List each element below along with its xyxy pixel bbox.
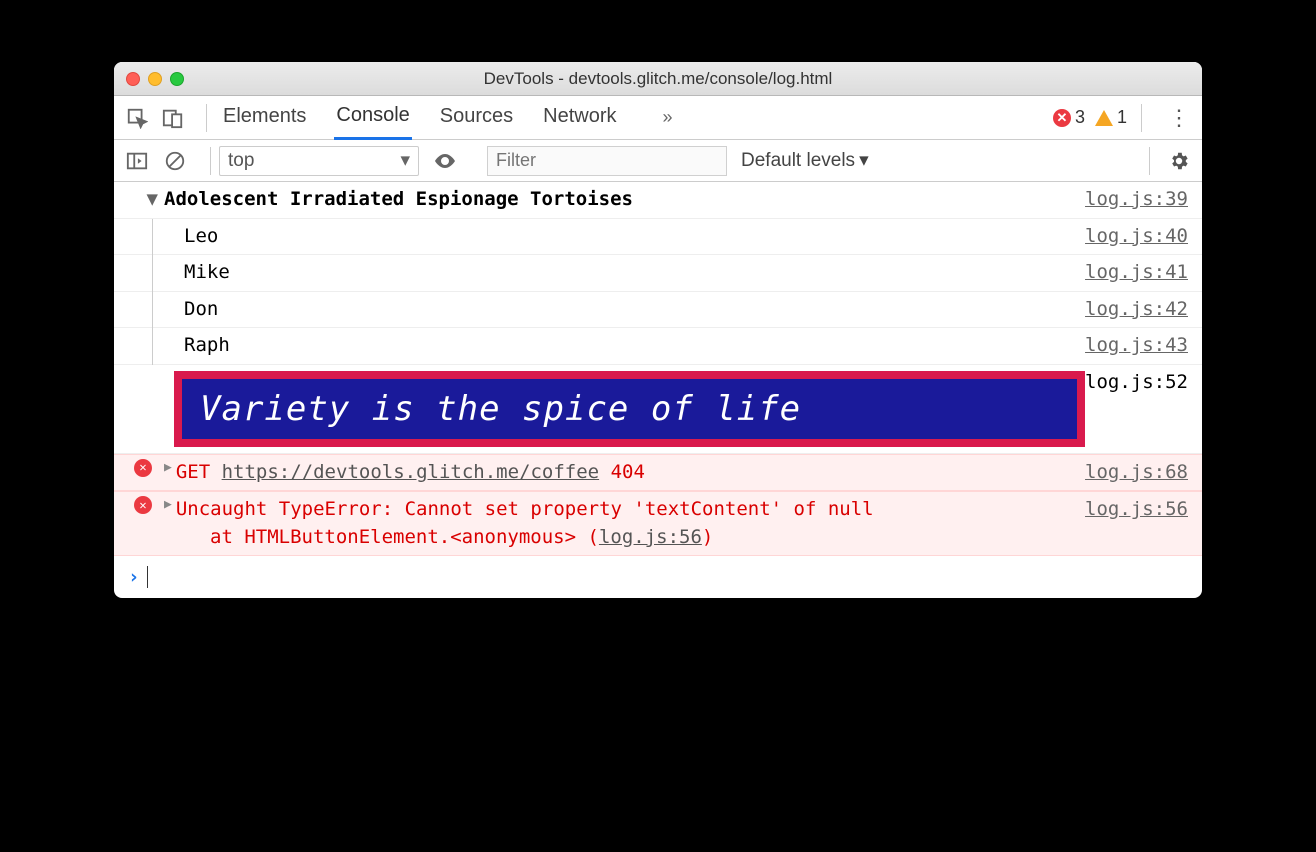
group-title: Adolescent Irradiated Espionage Tortoise… — [164, 186, 1075, 214]
source-link[interactable]: log.js:43 — [1075, 332, 1188, 360]
kebab-menu-icon[interactable]: ⋮ — [1168, 105, 1190, 131]
device-toolbar-icon[interactable] — [162, 107, 184, 129]
gear-icon[interactable] — [1168, 150, 1190, 172]
chevron-right-icon[interactable]: ▶ — [164, 496, 172, 515]
chevron-down-icon: ▼ — [147, 186, 158, 214]
tab-console[interactable]: Console — [334, 96, 411, 140]
window-title: DevTools - devtools.glitch.me/console/lo… — [114, 69, 1202, 89]
source-link[interactable]: log.js:39 — [1075, 186, 1188, 214]
panel-tabs: Elements Console Sources Network » — [221, 96, 673, 140]
error-message: Uncaught TypeError: Cannot set property … — [176, 496, 1075, 524]
http-method: GET — [176, 461, 210, 483]
error-icon: ✕ — [134, 496, 152, 514]
source-link[interactable]: log.js:52 — [1085, 371, 1188, 447]
source-link[interactable]: log.js:56 — [1075, 496, 1188, 524]
styled-log-text: Variety is the spice of life — [174, 371, 1085, 447]
request-url[interactable]: https://devtools.glitch.me/coffee — [222, 461, 600, 483]
divider — [206, 104, 207, 132]
tab-sources[interactable]: Sources — [438, 97, 515, 138]
levels-label: Default levels — [741, 150, 855, 172]
warning-icon — [1095, 110, 1113, 126]
stack-link[interactable]: log.js:56 — [599, 526, 702, 548]
console-log-row: Leo log.js:40 — [114, 219, 1202, 256]
tab-elements[interactable]: Elements — [221, 97, 308, 138]
log-text: Raph — [184, 332, 1075, 360]
console-log-row: Mike log.js:41 — [114, 255, 1202, 292]
stack-prefix: at HTMLButtonElement.<anonymous> ( — [210, 526, 599, 548]
titlebar: DevTools - devtools.glitch.me/console/lo… — [114, 62, 1202, 96]
error-icon: ✕ — [134, 459, 152, 477]
tab-network[interactable]: Network — [541, 97, 618, 138]
console-toolbar: top ▾ Default levels ▾ — [114, 140, 1202, 182]
sidebar-toggle-icon[interactable] — [126, 150, 148, 172]
stack-suffix: ) — [702, 526, 713, 548]
console-body: ▼ Adolescent Irradiated Espionage Tortoi… — [114, 182, 1202, 598]
log-text: Mike — [184, 259, 1075, 287]
inspect-element-icon[interactable] — [126, 107, 148, 129]
console-error-row: ✕ ▶ Uncaught TypeError: Cannot set prope… — [114, 491, 1202, 556]
console-styled-row: Variety is the spice of life log.js:52 — [114, 365, 1202, 454]
log-text: Leo — [184, 223, 1075, 251]
filter-input[interactable] — [487, 146, 727, 176]
errors-badge[interactable]: ✕ 3 — [1053, 107, 1085, 128]
live-expression-icon[interactable] — [433, 149, 457, 173]
chevron-right-icon: › — [128, 566, 139, 588]
console-group-header[interactable]: ▼ Adolescent Irradiated Espionage Tortoi… — [114, 182, 1202, 219]
devtools-tabbar: Elements Console Sources Network » ✕ 3 1… — [114, 96, 1202, 140]
log-text: Don — [184, 296, 1075, 324]
console-group-body: Leo log.js:40 Mike log.js:41 Don log.js:… — [114, 219, 1202, 365]
divider — [1141, 104, 1142, 132]
context-label: top — [228, 150, 254, 172]
devtools-window: DevTools - devtools.glitch.me/console/lo… — [114, 62, 1202, 598]
console-prompt[interactable]: › — [114, 556, 1202, 598]
divider — [1149, 147, 1150, 175]
console-error-row: ✕ ▶ GET https://devtools.glitch.me/coffe… — [114, 454, 1202, 492]
more-tabs-button[interactable]: » — [663, 107, 673, 128]
zoom-icon[interactable] — [170, 72, 184, 86]
close-icon[interactable] — [126, 72, 140, 86]
minimize-icon[interactable] — [148, 72, 162, 86]
divider — [210, 147, 211, 175]
log-levels-selector[interactable]: Default levels ▾ — [741, 149, 869, 172]
chevron-down-icon: ▾ — [400, 149, 410, 172]
error-icon: ✕ — [1053, 109, 1071, 127]
chevron-right-icon[interactable]: ▶ — [164, 459, 172, 478]
clear-console-icon[interactable] — [164, 150, 186, 172]
source-link[interactable]: log.js:42 — [1075, 296, 1188, 324]
traffic-lights — [114, 72, 184, 86]
warnings-badge[interactable]: 1 — [1095, 107, 1127, 128]
source-link[interactable]: log.js:41 — [1075, 259, 1188, 287]
console-log-row: Raph log.js:43 — [114, 328, 1202, 365]
console-log-row: Don log.js:42 — [114, 292, 1202, 329]
warnings-count: 1 — [1117, 107, 1127, 128]
chevron-down-icon: ▾ — [859, 149, 869, 172]
errors-count: 3 — [1075, 107, 1085, 128]
source-link[interactable]: log.js:40 — [1075, 223, 1188, 251]
source-link[interactable]: log.js:68 — [1075, 459, 1188, 487]
cursor — [147, 566, 148, 588]
context-selector[interactable]: top ▾ — [219, 146, 419, 176]
http-status: 404 — [611, 461, 645, 483]
